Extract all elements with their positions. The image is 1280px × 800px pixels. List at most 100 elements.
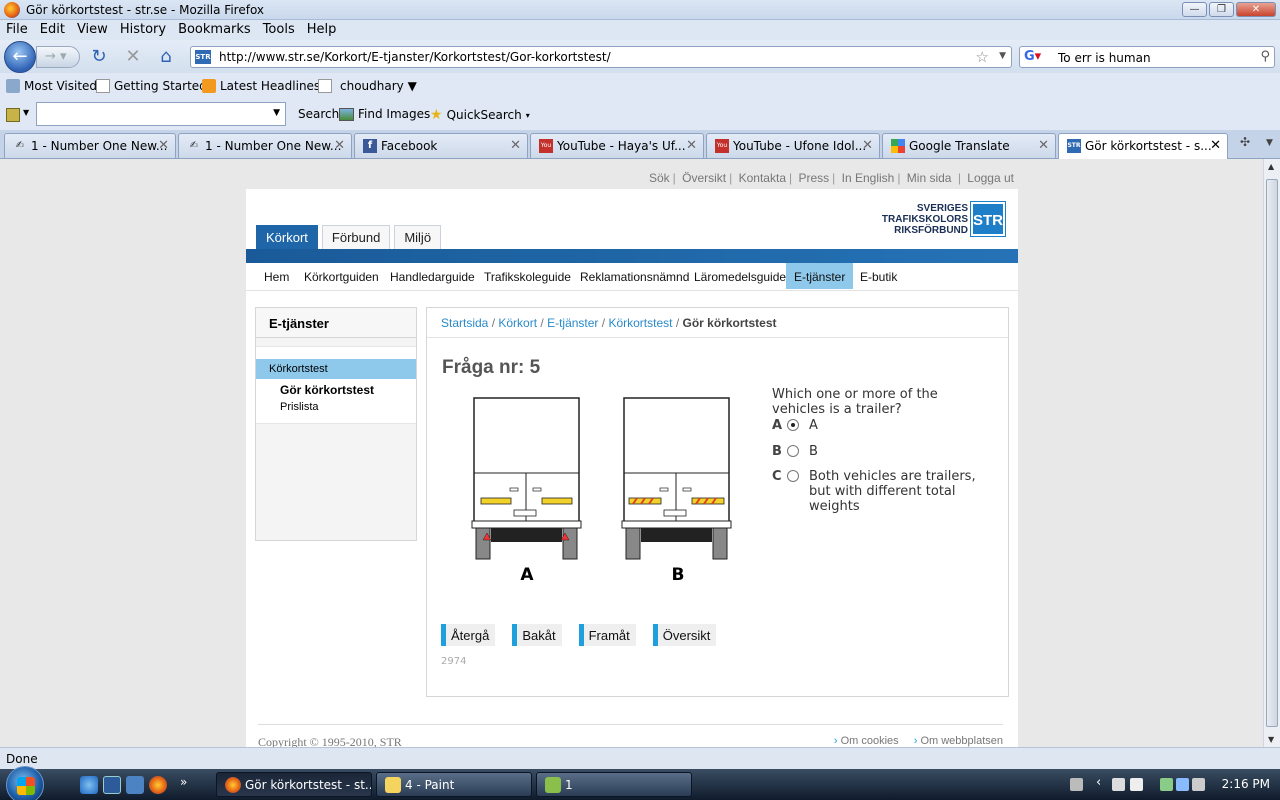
bookmark-star-icon[interactable]: ☆ xyxy=(976,48,989,66)
tab-number-one-1[interactable]: ✍ 1 - Number One New... ✕ xyxy=(4,133,176,158)
subnav-e-butik[interactable]: E-butik xyxy=(852,263,905,289)
tab-google-translate[interactable]: Google Translate ✕ xyxy=(882,133,1056,158)
start-button[interactable] xyxy=(6,766,44,800)
option-c[interactable]: C Both vehicles are trailers, but with d… xyxy=(772,469,989,514)
option-b-radio[interactable] xyxy=(787,445,799,457)
reload-icon[interactable]: ↻ xyxy=(89,47,109,67)
address-url[interactable]: http://www.str.se/Korkort/E-tjanster/Kor… xyxy=(219,50,611,64)
toplink-sok[interactable]: Sök xyxy=(649,171,670,185)
close-tab-icon[interactable]: ✕ xyxy=(334,138,345,153)
close-tab-icon[interactable]: ✕ xyxy=(862,138,873,153)
tray-expand-icon[interactable]: ‹ xyxy=(1096,775,1101,790)
close-tab-icon[interactable]: ✕ xyxy=(686,138,697,153)
overview-button[interactable]: Översikt xyxy=(652,624,717,646)
maximize-button[interactable]: ❐ xyxy=(1209,2,1234,17)
subnav-handledarguide[interactable]: Handledarguide xyxy=(382,263,483,289)
quicksearch-button[interactable]: ★ QuickSearch ▾ xyxy=(430,107,530,123)
breadcrumb-korkortstest[interactable]: Körkortstest xyxy=(608,316,672,330)
keyboard-icon[interactable] xyxy=(1070,778,1083,791)
menu-file[interactable]: File xyxy=(0,20,34,37)
option-a-radio[interactable] xyxy=(787,419,799,431)
toplink-oversikt[interactable]: Översikt xyxy=(682,171,726,185)
menu-edit[interactable]: Edit xyxy=(34,20,71,37)
toplink-logga-ut[interactable]: Logga ut xyxy=(967,171,1014,185)
str-logo[interactable]: SVERIGES TRAFIKSKOLORS RIKSFÖRBUND STR xyxy=(882,201,1006,237)
subnav-e-tjanster[interactable]: E-tjänster xyxy=(786,263,854,289)
scroll-up-icon[interactable]: ▲ xyxy=(1268,162,1274,171)
close-tab-icon[interactable]: ✕ xyxy=(1038,138,1049,153)
option-b[interactable]: B B xyxy=(772,444,989,459)
minimize-button[interactable]: — xyxy=(1182,2,1207,17)
toolbar-search-button[interactable]: Search xyxy=(298,107,339,121)
subnav-hem[interactable]: Hem xyxy=(256,263,297,289)
bookmark-most-visited[interactable]: Most Visited xyxy=(6,79,97,93)
sidebar-item-korkortstest[interactable]: Körkortstest xyxy=(256,359,416,379)
toolbar-search-select[interactable]: ▼ xyxy=(36,102,286,126)
bookmark-latest-headlines[interactable]: Latest Headlines xyxy=(202,79,320,93)
url-dropdown-icon[interactable]: ▼ xyxy=(999,51,1006,61)
forward-question-button[interactable]: Framåt xyxy=(578,624,636,646)
menu-tools[interactable]: Tools xyxy=(257,20,301,37)
close-tab-icon[interactable]: ✕ xyxy=(158,138,169,153)
forward-button[interactable]: → ▾ xyxy=(36,46,80,68)
tab-gor-korkortstest[interactable]: STR Gör körkortstest - s... ✕ xyxy=(1058,133,1228,159)
option-c-label[interactable]: Both vehicles are trailers, but with dif… xyxy=(809,469,989,514)
task-firefox[interactable]: Gör körkortstest - st... xyxy=(216,772,372,797)
vertical-scrollbar[interactable]: ▲ ▼ xyxy=(1263,159,1280,747)
volume-icon[interactable] xyxy=(1192,778,1205,791)
scrollbar-thumb[interactable] xyxy=(1266,179,1278,727)
toolbar-logo-icon[interactable] xyxy=(6,108,20,122)
bookmark-choudhary[interactable]: choudhary ▼ xyxy=(318,79,417,93)
search-input[interactable]: To err is human xyxy=(1058,51,1151,65)
menu-help[interactable]: Help xyxy=(301,20,343,37)
toolbar-dropdown-icon[interactable]: ▼ xyxy=(23,108,29,117)
subnav-reklamationsnamnd[interactable]: Reklamationsnämnd xyxy=(572,263,697,289)
battery-icon[interactable] xyxy=(1160,778,1173,791)
google-engine-icon[interactable]: G▾ xyxy=(1024,49,1041,64)
breadcrumb-startsida[interactable]: Startsida xyxy=(441,316,488,330)
stop-icon[interactable]: ✕ xyxy=(123,47,143,67)
search-icon[interactable]: ⚲ xyxy=(1260,49,1270,64)
search-box[interactable]: G▾ To err is human ⚲ xyxy=(1019,46,1275,68)
switch-windows-icon[interactable] xyxy=(126,776,144,794)
option-a-label[interactable]: A xyxy=(809,418,989,433)
menu-view[interactable]: View xyxy=(71,20,114,37)
find-images-button[interactable]: Find Images xyxy=(339,107,430,121)
tab-miljo[interactable]: Miljö xyxy=(394,225,442,249)
clock[interactable]: 2:16 PM xyxy=(1222,777,1270,791)
sidebar-item-prislista[interactable]: Prislista xyxy=(280,401,319,413)
task-folder[interactable]: 1 xyxy=(536,772,692,797)
tab-youtube-haya[interactable]: You YouTube - Haya's Uf... ✕ xyxy=(530,133,704,158)
toplink-min-sida[interactable]: Min sida xyxy=(907,171,952,185)
option-a[interactable]: A A xyxy=(772,418,989,433)
breadcrumb-korkort[interactable]: Körkort xyxy=(498,316,537,330)
scroll-down-icon[interactable]: ▼ xyxy=(1268,735,1274,744)
close-tab-icon[interactable]: ✕ xyxy=(510,138,521,153)
tab-forbund[interactable]: Förbund xyxy=(321,225,391,249)
footer-link-cookies[interactable]: Om cookies xyxy=(834,735,899,747)
toplink-in-english[interactable]: In English xyxy=(842,171,895,185)
menu-history[interactable]: History xyxy=(114,20,172,37)
tray-app-icon[interactable] xyxy=(1130,778,1143,791)
show-desktop-icon[interactable] xyxy=(103,776,121,794)
bookmark-getting-started[interactable]: Getting Started xyxy=(96,79,207,93)
option-b-label[interactable]: B xyxy=(809,444,989,459)
breadcrumb-e-tjanster[interactable]: E-tjänster xyxy=(547,316,598,330)
home-icon[interactable]: ⌂ xyxy=(156,47,176,67)
back-button[interactable]: ← xyxy=(4,41,36,73)
task-paint[interactable]: 4 - Paint xyxy=(376,772,532,797)
connection-icon[interactable] xyxy=(1176,778,1189,791)
toplink-kontakta[interactable]: Kontakta xyxy=(739,171,786,185)
close-window-button[interactable]: ✕ xyxy=(1236,2,1276,17)
option-c-radio[interactable] xyxy=(787,470,799,482)
firefox-launch-icon[interactable] xyxy=(149,776,167,794)
footer-link-webbplatsen[interactable]: Om webbplatsen xyxy=(914,735,1003,747)
subnav-trafikskoleguide[interactable]: Trafikskoleguide xyxy=(476,263,579,289)
tab-youtube-ufone[interactable]: You YouTube - Ufone Idol... ✕ xyxy=(706,133,880,158)
back-question-button[interactable]: Bakåt xyxy=(512,624,562,646)
subnav-laromedelsguide[interactable]: Läromedelsguide xyxy=(686,263,794,289)
quicklaunch-more-icon[interactable]: » xyxy=(180,775,187,789)
sidebar-item-gor-korkortstest[interactable]: Gör körkortstest xyxy=(280,383,374,397)
tab-facebook[interactable]: f Facebook ✕ xyxy=(354,133,528,158)
network-icon[interactable] xyxy=(1112,778,1125,791)
